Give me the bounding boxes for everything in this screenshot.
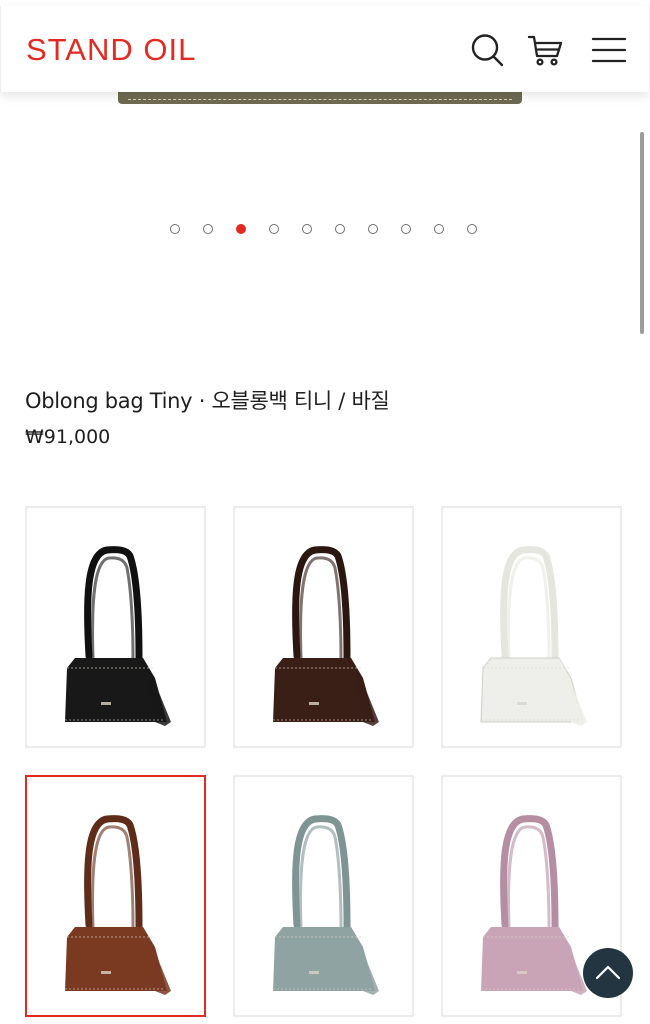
- variant-tile-cream[interactable]: [441, 506, 622, 748]
- variant-tile-dark-brown[interactable]: [233, 506, 414, 748]
- carousel-dot[interactable]: [236, 224, 246, 234]
- bag-image: [65, 546, 171, 726]
- carousel-dot[interactable]: [335, 224, 345, 234]
- carousel-dot[interactable]: [269, 224, 279, 234]
- bag-image: [480, 546, 587, 726]
- carousel-dot[interactable]: [170, 224, 180, 234]
- variant-tile-sage-blue[interactable]: [233, 775, 414, 1017]
- scroll-to-top-button[interactable]: [583, 948, 633, 998]
- bag-image: [65, 815, 171, 995]
- menu-icon[interactable]: [591, 32, 627, 68]
- carousel-pagination: [170, 224, 490, 238]
- chevron-up-icon: [595, 965, 621, 980]
- product-price: ₩91,000: [25, 426, 111, 448]
- bag-image: [273, 546, 379, 726]
- carousel-dot[interactable]: [467, 224, 477, 234]
- scrollbar[interactable]: [640, 132, 644, 334]
- variant-tile-brown[interactable]: [25, 775, 206, 1017]
- carousel-dot[interactable]: [434, 224, 444, 234]
- carousel-dot[interactable]: [203, 224, 213, 234]
- carousel-dot[interactable]: [302, 224, 312, 234]
- brand-logo[interactable]: STAND OIL: [26, 32, 196, 68]
- product-title: Oblong bag Tiny · 오블롱백 티니 / 바질: [25, 389, 390, 413]
- site-header: STAND OIL: [0, 6, 650, 92]
- carousel-dot[interactable]: [368, 224, 378, 234]
- bag-image: [273, 815, 379, 995]
- carousel-dot[interactable]: [401, 224, 411, 234]
- cart-icon[interactable]: [527, 32, 563, 68]
- search-icon[interactable]: [469, 32, 505, 68]
- variant-tile-black[interactable]: [25, 506, 206, 748]
